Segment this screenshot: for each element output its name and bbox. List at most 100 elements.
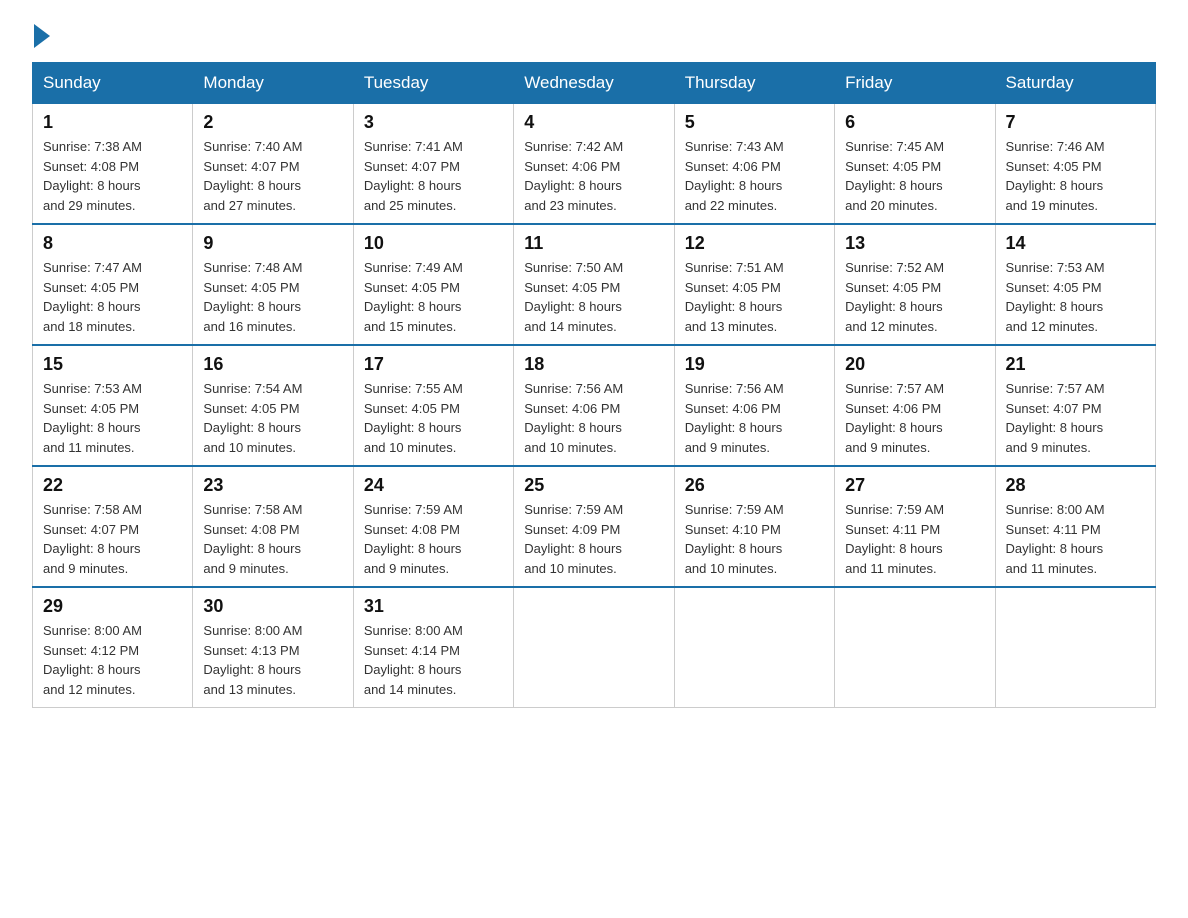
calendar-day-cell: 28 Sunrise: 8:00 AMSunset: 4:11 PMDayligh… — [995, 466, 1155, 587]
calendar-day-cell: 15 Sunrise: 7:53 AMSunset: 4:05 PMDayligh… — [33, 345, 193, 466]
calendar-day-cell: 29 Sunrise: 8:00 AMSunset: 4:12 PMDayligh… — [33, 587, 193, 708]
calendar-day-cell: 31Sunrise: 8:00 AMSunset: 4:14 PMDayligh… — [353, 587, 513, 708]
calendar-day-cell: 6 Sunrise: 7:45 AMSunset: 4:05 PMDaylight… — [835, 104, 995, 225]
day-info: Sunrise: 7:57 AMSunset: 4:06 PMDaylight:… — [845, 379, 984, 457]
calendar-day-cell: 14Sunrise: 7:53 AMSunset: 4:05 PMDayligh… — [995, 224, 1155, 345]
day-info: Sunrise: 7:52 AMSunset: 4:05 PMDaylight:… — [845, 258, 984, 336]
day-number: 21 — [1006, 354, 1145, 375]
calendar-day-cell — [835, 587, 995, 708]
day-info: Sunrise: 7:58 AMSunset: 4:08 PMDaylight:… — [203, 500, 342, 578]
day-number: 16 — [203, 354, 342, 375]
day-info: Sunrise: 7:51 AMSunset: 4:05 PMDaylight:… — [685, 258, 824, 336]
calendar-day-cell: 22Sunrise: 7:58 AMSunset: 4:07 PMDayligh… — [33, 466, 193, 587]
day-number: 24 — [364, 475, 503, 496]
calendar-day-cell: 25 Sunrise: 7:59 AMSunset: 4:09 PMDayligh… — [514, 466, 674, 587]
day-info: Sunrise: 7:54 AMSunset: 4:05 PMDaylight:… — [203, 379, 342, 457]
logo — [32, 24, 52, 44]
calendar-day-cell — [995, 587, 1155, 708]
calendar-day-cell: 19Sunrise: 7:56 AMSunset: 4:06 PMDayligh… — [674, 345, 834, 466]
header-wednesday: Wednesday — [514, 63, 674, 104]
logo-flag-icon — [34, 24, 50, 48]
calendar-day-cell: 17 Sunrise: 7:55 AMSunset: 4:05 PMDayligh… — [353, 345, 513, 466]
calendar-day-cell: 26Sunrise: 7:59 AMSunset: 4:10 PMDayligh… — [674, 466, 834, 587]
header-monday: Monday — [193, 63, 353, 104]
calendar-day-cell: 23 Sunrise: 7:58 AMSunset: 4:08 PMDayligh… — [193, 466, 353, 587]
day-number: 23 — [203, 475, 342, 496]
header-sunday: Sunday — [33, 63, 193, 104]
day-number: 11 — [524, 233, 663, 254]
day-number: 5 — [685, 112, 824, 133]
day-number: 12 — [685, 233, 824, 254]
calendar-day-cell: 10 Sunrise: 7:49 AMSunset: 4:05 PMDayligh… — [353, 224, 513, 345]
day-info: Sunrise: 8:00 AMSunset: 4:14 PMDaylight:… — [364, 621, 503, 699]
day-info: Sunrise: 7:46 AMSunset: 4:05 PMDaylight:… — [1006, 137, 1145, 215]
day-number: 1 — [43, 112, 182, 133]
calendar-day-cell: 24 Sunrise: 7:59 AMSunset: 4:08 PMDayligh… — [353, 466, 513, 587]
calendar-table: SundayMondayTuesdayWednesdayThursdayFrid… — [32, 62, 1156, 708]
day-number: 20 — [845, 354, 984, 375]
calendar-day-cell: 9Sunrise: 7:48 AMSunset: 4:05 PMDaylight… — [193, 224, 353, 345]
header-tuesday: Tuesday — [353, 63, 513, 104]
day-info: Sunrise: 8:00 AMSunset: 4:13 PMDaylight:… — [203, 621, 342, 699]
calendar-week-row: 22Sunrise: 7:58 AMSunset: 4:07 PMDayligh… — [33, 466, 1156, 587]
day-number: 25 — [524, 475, 663, 496]
calendar-day-cell: 20 Sunrise: 7:57 AMSunset: 4:06 PMDayligh… — [835, 345, 995, 466]
calendar-header-row: SundayMondayTuesdayWednesdayThursdayFrid… — [33, 63, 1156, 104]
day-info: Sunrise: 7:41 AMSunset: 4:07 PMDaylight:… — [364, 137, 503, 215]
calendar-day-cell: 18 Sunrise: 7:56 AMSunset: 4:06 PMDayligh… — [514, 345, 674, 466]
calendar-week-row: 8 Sunrise: 7:47 AMSunset: 4:05 PMDaylight… — [33, 224, 1156, 345]
calendar-day-cell: 3 Sunrise: 7:41 AMSunset: 4:07 PMDaylight… — [353, 104, 513, 225]
day-number: 14 — [1006, 233, 1145, 254]
calendar-day-cell: 16 Sunrise: 7:54 AMSunset: 4:05 PMDayligh… — [193, 345, 353, 466]
day-number: 22 — [43, 475, 182, 496]
day-number: 6 — [845, 112, 984, 133]
day-info: Sunrise: 7:59 AMSunset: 4:08 PMDaylight:… — [364, 500, 503, 578]
day-number: 8 — [43, 233, 182, 254]
day-info: Sunrise: 7:56 AMSunset: 4:06 PMDaylight:… — [524, 379, 663, 457]
day-info: Sunrise: 7:59 AMSunset: 4:10 PMDaylight:… — [685, 500, 824, 578]
day-number: 17 — [364, 354, 503, 375]
header-thursday: Thursday — [674, 63, 834, 104]
day-number: 15 — [43, 354, 182, 375]
day-info: Sunrise: 7:50 AMSunset: 4:05 PMDaylight:… — [524, 258, 663, 336]
day-number: 13 — [845, 233, 984, 254]
calendar-week-row: 1 Sunrise: 7:38 AMSunset: 4:08 PMDaylight… — [33, 104, 1156, 225]
calendar-day-cell: 1 Sunrise: 7:38 AMSunset: 4:08 PMDaylight… — [33, 104, 193, 225]
day-info: Sunrise: 7:42 AMSunset: 4:06 PMDaylight:… — [524, 137, 663, 215]
day-info: Sunrise: 7:43 AMSunset: 4:06 PMDaylight:… — [685, 137, 824, 215]
day-info: Sunrise: 7:53 AMSunset: 4:05 PMDaylight:… — [43, 379, 182, 457]
calendar-day-cell: 11 Sunrise: 7:50 AMSunset: 4:05 PMDayligh… — [514, 224, 674, 345]
calendar-day-cell: 5 Sunrise: 7:43 AMSunset: 4:06 PMDaylight… — [674, 104, 834, 225]
day-info: Sunrise: 7:55 AMSunset: 4:05 PMDaylight:… — [364, 379, 503, 457]
calendar-day-cell: 30 Sunrise: 8:00 AMSunset: 4:13 PMDayligh… — [193, 587, 353, 708]
day-number: 10 — [364, 233, 503, 254]
day-info: Sunrise: 7:47 AMSunset: 4:05 PMDaylight:… — [43, 258, 182, 336]
day-number: 7 — [1006, 112, 1145, 133]
calendar-day-cell: 13 Sunrise: 7:52 AMSunset: 4:05 PMDayligh… — [835, 224, 995, 345]
day-info: Sunrise: 7:49 AMSunset: 4:05 PMDaylight:… — [364, 258, 503, 336]
calendar-day-cell — [514, 587, 674, 708]
day-number: 18 — [524, 354, 663, 375]
calendar-day-cell: 8 Sunrise: 7:47 AMSunset: 4:05 PMDaylight… — [33, 224, 193, 345]
header-saturday: Saturday — [995, 63, 1155, 104]
calendar-week-row: 29 Sunrise: 8:00 AMSunset: 4:12 PMDayligh… — [33, 587, 1156, 708]
calendar-day-cell: 21 Sunrise: 7:57 AMSunset: 4:07 PMDayligh… — [995, 345, 1155, 466]
day-info: Sunrise: 7:45 AMSunset: 4:05 PMDaylight:… — [845, 137, 984, 215]
day-number: 30 — [203, 596, 342, 617]
day-info: Sunrise: 8:00 AMSunset: 4:11 PMDaylight:… — [1006, 500, 1145, 578]
day-number: 29 — [43, 596, 182, 617]
day-info: Sunrise: 7:57 AMSunset: 4:07 PMDaylight:… — [1006, 379, 1145, 457]
page-header — [32, 24, 1156, 44]
header-friday: Friday — [835, 63, 995, 104]
day-number: 28 — [1006, 475, 1145, 496]
day-number: 4 — [524, 112, 663, 133]
day-number: 3 — [364, 112, 503, 133]
day-info: Sunrise: 7:59 AMSunset: 4:09 PMDaylight:… — [524, 500, 663, 578]
day-number: 27 — [845, 475, 984, 496]
day-info: Sunrise: 7:38 AMSunset: 4:08 PMDaylight:… — [43, 137, 182, 215]
calendar-day-cell: 2 Sunrise: 7:40 AMSunset: 4:07 PMDaylight… — [193, 104, 353, 225]
day-info: Sunrise: 8:00 AMSunset: 4:12 PMDaylight:… — [43, 621, 182, 699]
day-info: Sunrise: 7:40 AMSunset: 4:07 PMDaylight:… — [203, 137, 342, 215]
day-number: 2 — [203, 112, 342, 133]
calendar-day-cell: 4 Sunrise: 7:42 AMSunset: 4:06 PMDaylight… — [514, 104, 674, 225]
